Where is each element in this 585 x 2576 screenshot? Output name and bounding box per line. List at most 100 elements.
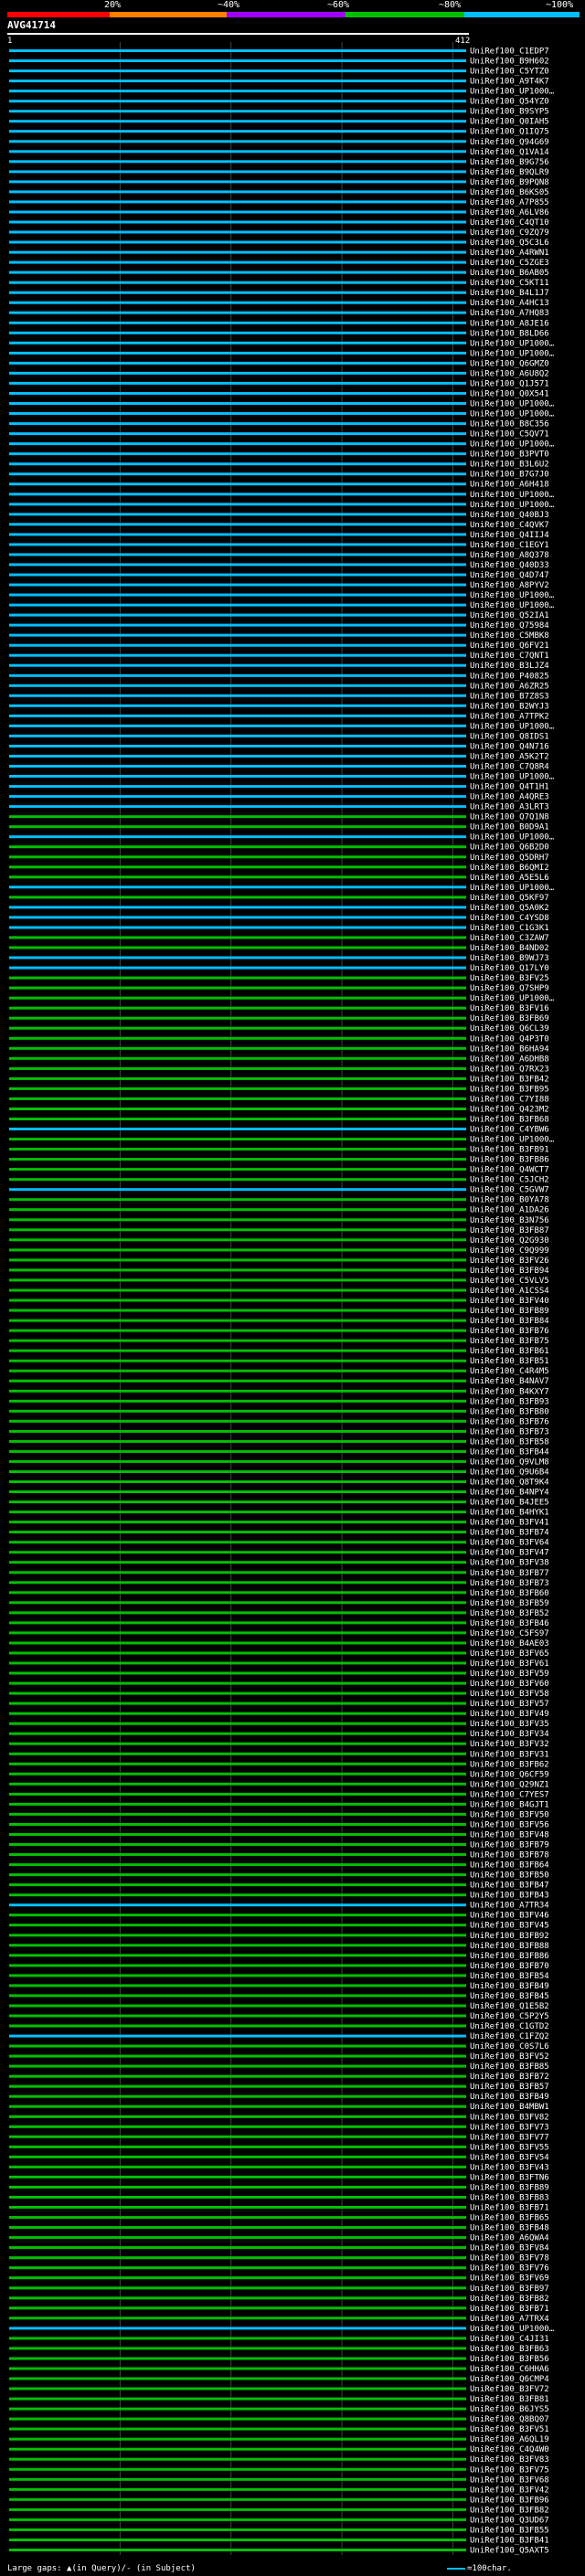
hit-label[interactable]: UniRef100_C4YSD8 xyxy=(470,914,549,923)
hit-bar[interactable] xyxy=(9,1480,466,1483)
hit-label[interactable]: UniRef100_B3FB63 xyxy=(470,2345,549,2354)
hit-label[interactable]: UniRef100_B3FB97 xyxy=(470,2284,549,2294)
hit-label[interactable]: UniRef100_B3FB51 xyxy=(470,1357,549,1366)
hit-label[interactable]: UniRef100_C1G3K1 xyxy=(470,924,549,933)
hit-label[interactable]: UniRef100_B3FB48 xyxy=(470,2224,549,2233)
hit-bar[interactable] xyxy=(9,2094,466,2098)
hit-label[interactable]: UniRef100_UP1000… xyxy=(470,591,555,600)
hit-label[interactable]: UniRef100_Q7RX23 xyxy=(470,1065,549,1074)
hit-label[interactable]: UniRef100_B3FB55 xyxy=(470,2526,549,2535)
hit-bar[interactable] xyxy=(9,2377,466,2380)
hit-bar[interactable] xyxy=(9,1500,466,1504)
hit-bar[interactable] xyxy=(9,180,466,184)
hit-label[interactable]: UniRef100_Q9VLM8 xyxy=(470,1458,549,1467)
hit-label[interactable]: UniRef100_B3FB88 xyxy=(470,1942,549,1951)
hit-bar[interactable] xyxy=(9,1903,466,1907)
hit-label[interactable]: UniRef100_A1DA26 xyxy=(470,1206,549,1215)
hit-bar[interactable] xyxy=(9,200,466,204)
hit-bar[interactable] xyxy=(9,1208,466,1212)
hit-label[interactable]: UniRef100_B3FV40 xyxy=(470,1297,549,1306)
hit-bar[interactable] xyxy=(9,59,466,62)
hit-label[interactable]: UniRef100_Q4N716 xyxy=(470,743,549,752)
hit-bar[interactable] xyxy=(9,1511,466,1514)
hit-bar[interactable] xyxy=(9,1541,466,1544)
hit-bar[interactable] xyxy=(9,2286,466,2290)
hit-label[interactable]: UniRef100_Q5KF97 xyxy=(470,894,549,903)
hit-label[interactable]: UniRef100_A1CSS4 xyxy=(470,1287,549,1296)
hit-bar[interactable] xyxy=(9,240,466,244)
hit-label[interactable]: UniRef100_B3L6U2 xyxy=(470,461,549,470)
hit-label[interactable]: UniRef100_B9QLR9 xyxy=(470,168,549,177)
hit-bar[interactable] xyxy=(9,341,466,345)
hit-bar[interactable] xyxy=(9,1924,466,1927)
hit-bar[interactable] xyxy=(9,90,466,93)
hit-bar[interactable] xyxy=(9,643,466,647)
hit-label[interactable]: UniRef100_B3FB74 xyxy=(470,1529,549,1538)
hit-bar[interactable] xyxy=(9,603,466,607)
hit-bar[interactable] xyxy=(9,1339,466,1342)
hit-label[interactable]: UniRef100_B3FB62 xyxy=(470,1760,549,1769)
hit-bar[interactable] xyxy=(9,1218,466,1222)
hit-bar[interactable] xyxy=(9,815,466,819)
hit-bar[interactable] xyxy=(9,795,466,799)
hit-bar[interactable] xyxy=(9,1369,466,1373)
hit-bar[interactable] xyxy=(9,110,466,113)
hit-bar[interactable] xyxy=(9,301,466,304)
hit-label[interactable]: UniRef100_B3FB80 xyxy=(470,1407,549,1416)
hit-bar[interactable] xyxy=(9,1349,466,1352)
hit-label[interactable]: UniRef100_B3FV41 xyxy=(470,1519,549,1528)
hit-label[interactable]: UniRef100_Q52IA1 xyxy=(470,611,549,620)
hit-bar[interactable] xyxy=(9,2074,466,2078)
hit-bar[interactable] xyxy=(9,170,466,174)
hit-label[interactable]: UniRef100_A4RWN1 xyxy=(470,249,549,258)
hit-label[interactable]: UniRef100_Q8T9K4 xyxy=(470,1479,549,1488)
hit-label[interactable]: UniRef100_Q5AXT5 xyxy=(470,2547,549,2556)
hit-label[interactable]: UniRef100_B3FV58 xyxy=(470,1690,549,1699)
hit-bar[interactable] xyxy=(9,825,466,829)
hit-bar[interactable] xyxy=(9,2337,466,2340)
hit-label[interactable]: UniRef100_Q8BQ07 xyxy=(470,2415,549,2424)
hit-bar[interactable] xyxy=(9,1802,466,1806)
hit-label[interactable]: UniRef100_UP1000… xyxy=(470,833,555,843)
hit-label[interactable]: UniRef100_C5JCH2 xyxy=(470,1176,549,1185)
hit-label[interactable]: UniRef100_B3FB54 xyxy=(470,1972,549,1981)
hit-label[interactable]: UniRef100_C5MBK8 xyxy=(470,631,549,641)
hit-bar[interactable] xyxy=(9,755,466,758)
hit-bar[interactable] xyxy=(9,442,466,446)
hit-label[interactable]: UniRef100_B4ND02 xyxy=(470,944,549,953)
hit-label[interactable]: UniRef100_B3LJZ4 xyxy=(470,662,549,671)
hit-bar[interactable] xyxy=(9,1016,466,1020)
hit-bar[interactable] xyxy=(9,100,466,103)
hit-label[interactable]: UniRef100_B3FB92 xyxy=(470,1932,549,1941)
hit-bar[interactable] xyxy=(9,2054,466,2058)
hit-bar[interactable] xyxy=(9,745,466,747)
hit-label[interactable]: UniRef100_B3FB57 xyxy=(470,2083,549,2092)
hit-label[interactable]: UniRef100_Q423M2 xyxy=(470,1106,549,1115)
hit-bar[interactable] xyxy=(9,2175,466,2178)
hit-label[interactable]: UniRef100_B3FV69 xyxy=(470,2274,549,2284)
hit-label[interactable]: UniRef100_B9H602 xyxy=(470,58,549,67)
hit-label[interactable]: UniRef100_A6H418 xyxy=(470,481,549,490)
hit-bar[interactable] xyxy=(9,2226,466,2230)
hit-label[interactable]: UniRef100_C5YTZ0 xyxy=(470,68,549,77)
hit-bar[interactable] xyxy=(9,402,466,405)
hit-label[interactable]: UniRef100_UP1000… xyxy=(470,1136,555,1145)
hit-bar[interactable] xyxy=(9,1762,466,1765)
hit-bar[interactable] xyxy=(9,422,466,426)
hit-bar[interactable] xyxy=(9,1329,466,1332)
hit-label[interactable]: UniRef100_A5E5L6 xyxy=(470,874,549,883)
hit-label[interactable]: UniRef100_B3FV32 xyxy=(470,1740,549,1749)
hit-label[interactable]: UniRef100_B3FB61 xyxy=(470,1347,549,1356)
hit-label[interactable]: UniRef100_B3FB76 xyxy=(470,1417,549,1426)
hit-label[interactable]: UniRef100_A8Q378 xyxy=(470,551,549,560)
hit-label[interactable]: UniRef100_A8JE16 xyxy=(470,319,549,328)
hit-label[interactable]: UniRef100_B4GJT1 xyxy=(470,1800,549,1809)
hit-bar[interactable] xyxy=(9,835,466,839)
hit-bar[interactable] xyxy=(9,1863,466,1867)
hit-label[interactable]: UniRef100_Q1VA14 xyxy=(470,148,549,157)
hit-bar[interactable] xyxy=(9,1531,466,1534)
hit-bar[interactable] xyxy=(9,1309,466,1312)
hit-bar[interactable] xyxy=(9,623,466,627)
hit-label[interactable]: UniRef100_C1EGY1 xyxy=(470,541,549,550)
hit-label[interactable]: UniRef100_C3ZAW7 xyxy=(470,934,549,943)
